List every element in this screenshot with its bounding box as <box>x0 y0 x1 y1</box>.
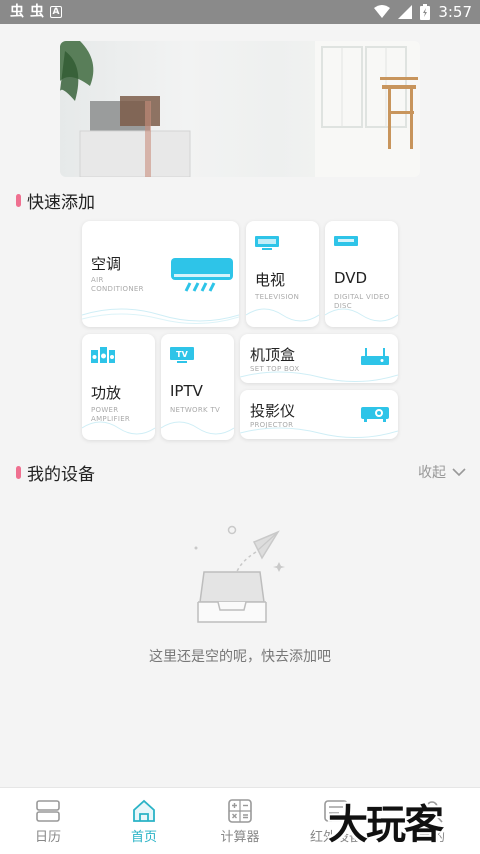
wifi-icon <box>374 5 391 18</box>
device-name: DVD <box>334 269 368 287</box>
card-wave-decoration <box>161 421 234 435</box>
section-title: 快速添加 <box>27 193 95 213</box>
tab-calendar[interactable]: 日历 <box>0 788 96 854</box>
banner-image[interactable] <box>60 41 420 177</box>
collapse-label: 收起 <box>418 465 446 481</box>
device-subtitle: AIR CONDITIONER <box>91 276 144 293</box>
card-wave-decoration <box>82 421 155 435</box>
notification-icon: 虫 <box>10 4 24 20</box>
card-wave-decoration <box>240 371 398 382</box>
section-marker <box>16 194 21 207</box>
tab-home[interactable]: 首页 <box>96 788 192 854</box>
device-card-iptv[interactable]: TV IPTV NETWORK TV <box>161 334 234 440</box>
card-wave-decoration <box>246 308 319 322</box>
tv-icon <box>255 236 279 250</box>
home-icon <box>133 799 155 822</box>
signal-icon <box>398 5 413 19</box>
device-card-dvd[interactable]: DVD DIGITAL VIDEO DISC <box>325 221 398 327</box>
device-card-air-conditioner[interactable]: 空调 AIR CONDITIONER <box>82 221 239 327</box>
card-wave-decoration <box>82 308 239 324</box>
device-card-set-top-box[interactable]: 机顶盒 SET TOP BOX <box>240 334 398 383</box>
air-conditioner-icon <box>171 258 233 292</box>
tab-label: 计算器 <box>220 830 260 845</box>
battery-icon <box>420 4 431 20</box>
device-name: IPTV <box>170 382 203 400</box>
dvd-icon <box>334 236 358 246</box>
card-wave-decoration <box>325 308 398 322</box>
clock: 3:57 <box>438 3 472 21</box>
empty-state-text: 这里还是空的呢，快去添加吧 <box>149 649 331 665</box>
status-bar: 虫 虫 A 3:57 <box>0 0 480 24</box>
collapse-button[interactable]: 收起 <box>418 462 466 482</box>
svg-text:TV: TV <box>176 350 188 359</box>
my-devices-header: 我的设备 <box>16 460 95 485</box>
living-room-illustration <box>60 41 420 177</box>
calendar-icon <box>36 800 60 822</box>
chevron-down-icon <box>452 467 466 476</box>
tab-label: 首页 <box>130 830 157 845</box>
section-title: 我的设备 <box>27 465 95 485</box>
device-card-television[interactable]: 电视 TELEVISION <box>246 221 319 327</box>
watermark: 大玩客 <box>328 802 444 848</box>
empty-box-illustration <box>194 525 285 623</box>
device-card-amplifier[interactable]: 功放 POWER AMPLIFIER <box>82 334 155 440</box>
tab-calculator[interactable]: 计算器 <box>192 788 288 854</box>
device-name: 电视 <box>255 271 286 289</box>
device-card-projector[interactable]: 投影仪 PROJECTOR <box>240 390 398 439</box>
device-name: 功放 <box>91 384 122 402</box>
notification-icon: 虫 <box>30 4 44 20</box>
app-badge-icon: A <box>50 6 62 18</box>
iptv-icon: TV <box>170 347 194 363</box>
tab-label: 日历 <box>34 830 61 845</box>
section-marker <box>16 466 21 479</box>
amplifier-icon <box>91 347 115 363</box>
device-name: 空调 <box>91 255 122 273</box>
quick-add-header: 快速添加 <box>16 188 95 213</box>
calculator-icon <box>228 799 252 823</box>
card-wave-decoration <box>240 427 398 438</box>
